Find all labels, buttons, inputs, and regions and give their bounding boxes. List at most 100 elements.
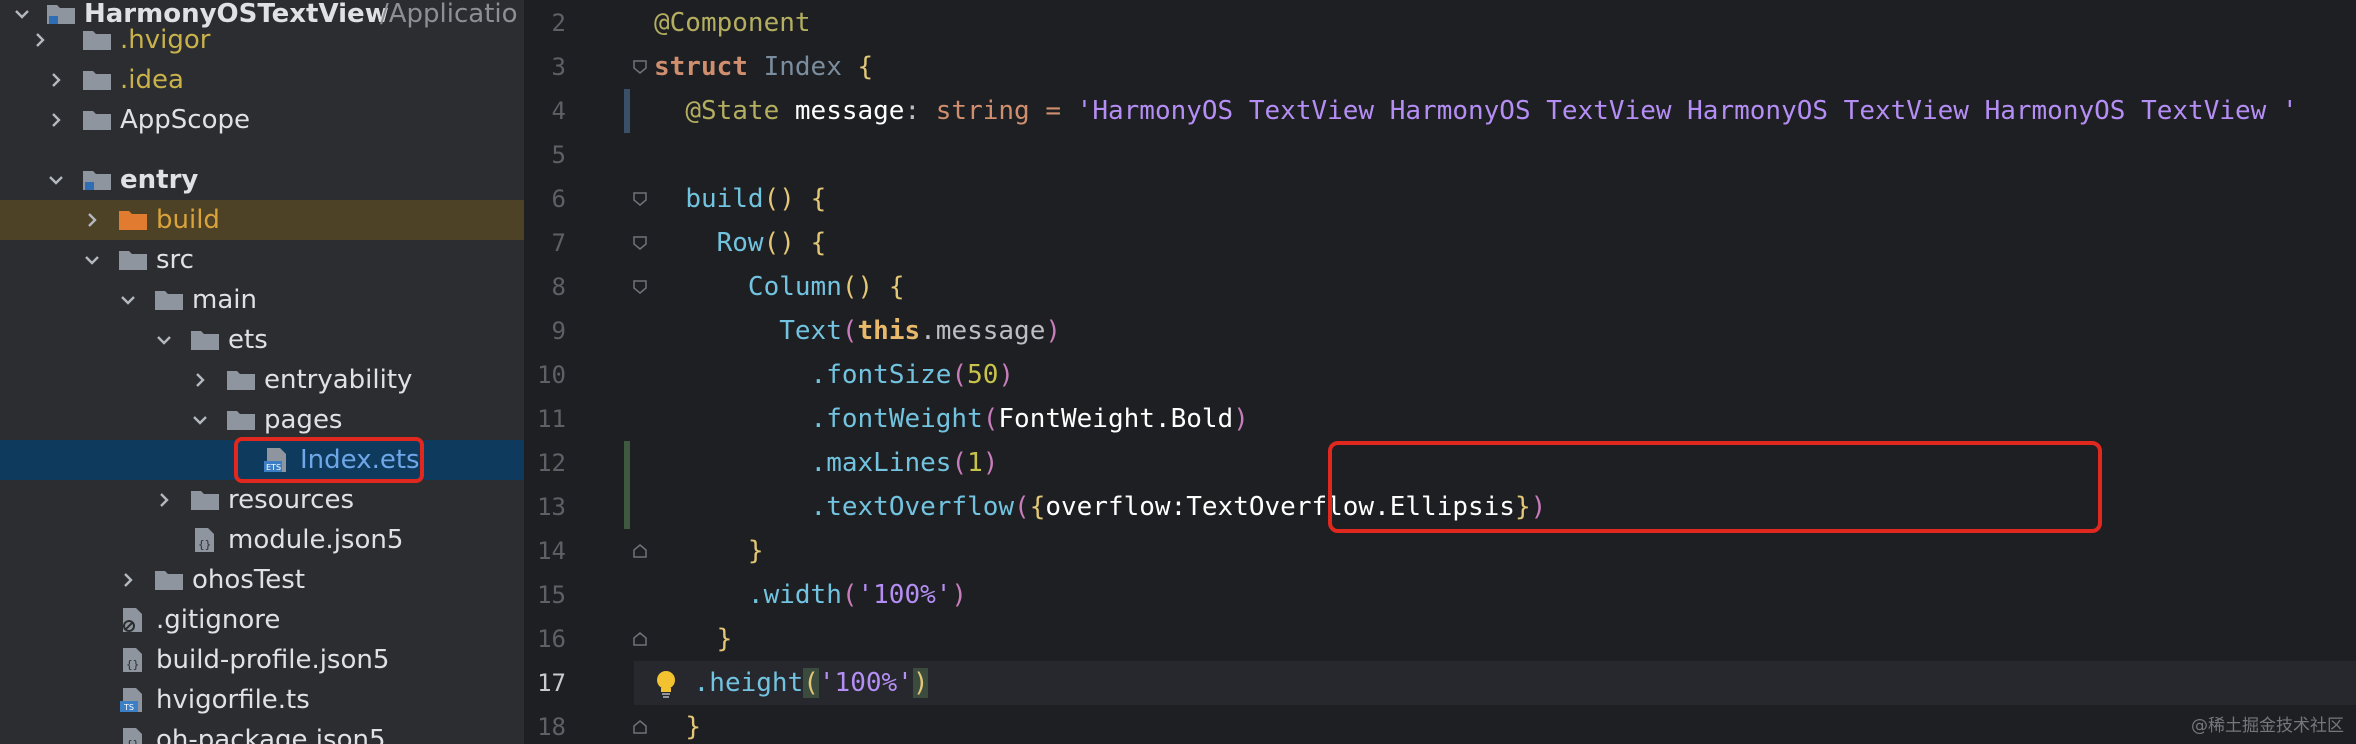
line-number: 13 [537, 493, 566, 521]
tree-label: AppScope [120, 105, 250, 135]
project-tree-panel: HarmonyOSTextView /Applicatio .hvigor .i… [0, 0, 524, 744]
paren: ) [1530, 492, 1547, 522]
paren: ) [982, 448, 999, 478]
tree-row-build[interactable]: build [0, 200, 524, 240]
keyword: this [857, 316, 921, 346]
paren: ) [1233, 404, 1249, 434]
chevron-down-icon[interactable] [154, 330, 174, 350]
brace: } [716, 624, 733, 654]
tree-row-pages[interactable]: pages [0, 400, 524, 440]
tree-row-src[interactable]: src [0, 240, 524, 280]
code-line-8[interactable]: Column() { [654, 265, 905, 309]
fold-open-icon[interactable] [633, 60, 647, 74]
vcs-modified-marker[interactable] [624, 89, 630, 133]
brace: { [810, 184, 827, 214]
number-literal: 50 [967, 360, 999, 390]
tree-label: .gitignore [156, 605, 281, 635]
code-line-10[interactable]: .fontSize(50) [654, 353, 1015, 397]
tree-label: module.json5 [228, 525, 404, 555]
code-line-9[interactable]: Text(this.message) [654, 309, 1061, 353]
chevron-down-icon[interactable] [46, 170, 66, 190]
folder-icon [190, 329, 220, 351]
svg-text:{}: {} [126, 658, 139, 671]
line-number: 12 [537, 449, 566, 477]
paren: () [841, 272, 874, 302]
fold-close-icon[interactable] [633, 632, 647, 646]
chevron-down-icon[interactable] [118, 290, 138, 310]
tree-row-module-json5[interactable]: {} module.json5 [0, 520, 524, 560]
method: .maxLines [810, 448, 952, 478]
tree-row-appscope[interactable]: AppScope [0, 100, 524, 140]
folder-icon [190, 489, 220, 511]
paren: ( [951, 360, 968, 390]
chevron-right-icon[interactable] [118, 570, 138, 590]
line-gutter: 2 3 4 5 6 7 8 9 10 11 12 13 14 15 16 17 … [524, 0, 624, 744]
annotation: @State [685, 96, 780, 126]
tree-label: .hvigor [120, 25, 211, 55]
code-line-15[interactable]: .width('100%') [654, 573, 967, 617]
line-number: 8 [551, 273, 566, 301]
code-line-11[interactable]: .fontWeight(FontWeight.Bold) [654, 397, 1249, 441]
code-line-2[interactable]: @Component [654, 1, 811, 45]
paren: ( [841, 580, 858, 610]
tree-row-oh-package[interactable]: {} oh-package.json5 [0, 720, 524, 744]
fold-open-icon[interactable] [633, 280, 647, 294]
tree-label: oh-package.json5 [156, 725, 386, 744]
fold-open-icon[interactable] [633, 192, 647, 206]
operator: = [1045, 96, 1062, 126]
paren: ( [982, 404, 999, 434]
brace: } [747, 536, 764, 566]
tree-row-ohostest[interactable]: ohosTest [0, 560, 524, 600]
line-number: 5 [551, 141, 566, 169]
tree-row-main[interactable]: main [0, 280, 524, 320]
code-line-17-current[interactable]: .height('100%') [634, 661, 2356, 705]
code-line-4[interactable]: @State message: string = 'HarmonyOS Text… [654, 89, 2297, 133]
code-line-6[interactable]: build() { [654, 177, 826, 221]
method: .fontSize [810, 360, 952, 390]
chevron-right-icon[interactable] [46, 110, 66, 130]
chevron-right-icon[interactable] [30, 30, 50, 50]
chevron-down-icon[interactable] [82, 250, 102, 270]
code-line-7[interactable]: Row() { [654, 221, 827, 265]
tree-row-gitignore[interactable]: .gitignore [0, 600, 524, 640]
folder-icon [82, 109, 112, 131]
tree-row-resources[interactable]: resources [0, 480, 524, 520]
tree-label: src [156, 245, 194, 275]
tree-row-hvigorfile[interactable]: TS hvigorfile.ts [0, 680, 524, 720]
fold-close-icon[interactable] [633, 544, 647, 558]
tree-label: resources [228, 485, 355, 515]
code-line-13[interactable]: .textOverflow({overflow:TextOverflow.Ell… [654, 485, 1547, 529]
tree-row-index-ets[interactable]: ETS Index.ets [0, 440, 524, 480]
vcs-added-marker[interactable] [624, 441, 630, 529]
paren: ( [1014, 492, 1030, 522]
tree-row-build-profile[interactable]: {} build-profile.json5 [0, 640, 524, 680]
chevron-down-icon[interactable] [190, 410, 210, 430]
tree-label: Index.ets [300, 445, 420, 475]
code-line-3[interactable]: struct Index { [654, 45, 873, 89]
tree-row-hvigor[interactable]: .hvigor [0, 20, 524, 60]
code-line-18[interactable]: } [654, 705, 701, 744]
tree-row-entryability[interactable]: entryability [0, 360, 524, 400]
tree-row-entry[interactable]: entry [0, 160, 524, 200]
module-folder-icon [82, 169, 112, 191]
number-literal: 1 [967, 448, 983, 478]
fold-close-icon[interactable] [633, 720, 647, 734]
tree-row-ets[interactable]: ets [0, 320, 524, 360]
line-number: 11 [537, 405, 566, 433]
chevron-right-icon[interactable] [154, 490, 174, 510]
code-editor[interactable]: 2 3 4 5 6 7 8 9 10 11 12 13 14 15 16 17 … [524, 0, 2356, 744]
code-line-12[interactable]: .maxLines(1) [654, 441, 999, 485]
json-file-icon: {} [118, 646, 146, 674]
code-line-14[interactable]: } [654, 529, 764, 573]
method: .height [693, 668, 804, 698]
tree-row-idea[interactable]: .idea [0, 60, 524, 100]
ts-file-icon: TS [118, 686, 146, 714]
chevron-right-icon[interactable] [190, 370, 210, 390]
paren: ( [951, 448, 968, 478]
fold-open-icon[interactable] [633, 236, 647, 250]
code-line-16[interactable]: } [654, 617, 733, 661]
folder-icon [226, 369, 256, 391]
chevron-right-icon[interactable] [82, 210, 102, 230]
lightbulb-icon[interactable] [654, 669, 678, 699]
chevron-right-icon[interactable] [46, 70, 66, 90]
